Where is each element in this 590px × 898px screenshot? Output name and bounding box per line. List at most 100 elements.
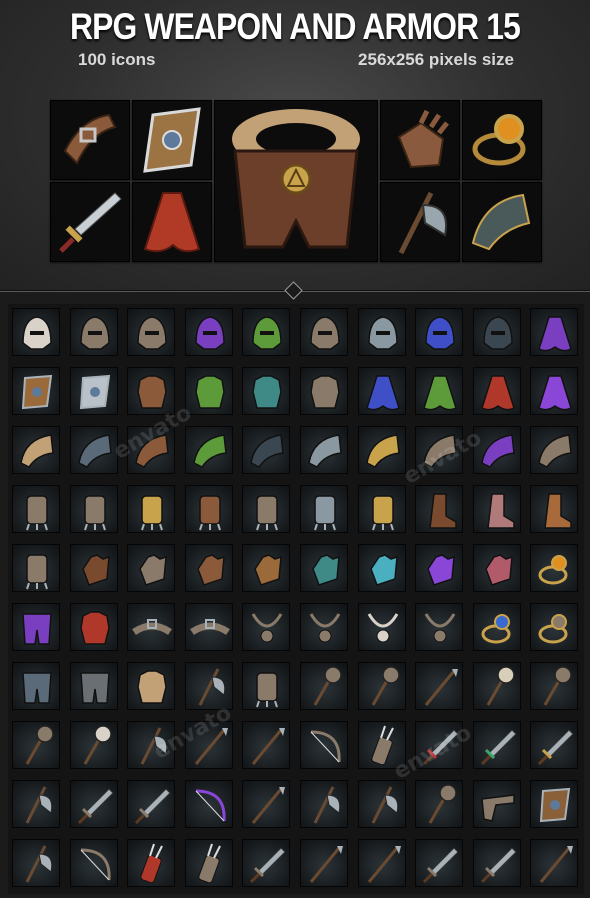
icon-tile-clawed-bracer (70, 485, 118, 533)
slate-pants-icon (22, 672, 52, 704)
gold-greaves-icon (372, 495, 394, 531)
wavy-sword-icon (480, 847, 517, 884)
green-vest-icon (195, 375, 225, 409)
eye-claw-icon (26, 554, 48, 590)
amber-ring-icon (538, 555, 568, 585)
icon-tile-hook-staff (530, 839, 578, 887)
belt-icon (63, 113, 117, 165)
icon-tile-amber-ring (530, 544, 578, 592)
icon-tile-wood-axe (300, 780, 348, 828)
shield-icon (143, 107, 201, 173)
icon-tile-skull-necklace (358, 603, 406, 651)
sapphire-ring-icon (481, 614, 511, 644)
teal-armor-icon (252, 375, 282, 409)
icon-tile-hip-belt (185, 603, 233, 651)
steel-pauldron-icon (308, 434, 342, 468)
icon-tile-green-pauldron (185, 426, 233, 474)
icon-tile-bronze-glove (242, 544, 290, 592)
amber-ring-icon (472, 114, 526, 166)
page-title: RPG WEAPON AND ARMOR 15 (70, 6, 521, 47)
icon-tile-dark-helm (473, 308, 521, 356)
emerald-sword-icon (480, 729, 517, 766)
fur-armor-icon (137, 670, 167, 704)
spiked-club-icon (25, 725, 54, 765)
icon-tile-brown-glove (70, 544, 118, 592)
icon-tile-horned-helm (300, 308, 348, 356)
icon-tile-steel-pauldron (300, 426, 348, 474)
broad-sword-icon (249, 847, 286, 884)
icon-tile-spike-mace (530, 662, 578, 710)
icon-tile-broad-sword (242, 839, 290, 887)
icon-tile-gold-sword (530, 721, 578, 769)
icon-tile-skull-helmet (12, 308, 60, 356)
icon-tile-copper-boots (530, 485, 578, 533)
showcase-pauldron-icon (462, 182, 542, 262)
icon-tile-fur-armor (127, 662, 175, 710)
icon-tile-bronze-shield (12, 367, 60, 415)
green-helm-icon (252, 316, 282, 350)
icon-tile-steel-helm (358, 308, 406, 356)
skull-necklace-icon (367, 613, 399, 643)
icon-tile-grey-pants (70, 662, 118, 710)
wood-shield-icon (539, 787, 571, 823)
double-axe-icon (25, 845, 53, 883)
purple-pauldron-icon (481, 434, 515, 468)
knife-icon (77, 788, 114, 825)
purple-cloak-icon (538, 316, 572, 352)
red-quiver-icon (140, 843, 163, 884)
icon-tile-steel-greaves (300, 485, 348, 533)
icon-tile-scale-pauldron (530, 426, 578, 474)
steel-greaves-icon (314, 495, 336, 531)
icon-tile-purple-pants (12, 603, 60, 651)
icon-tile-rose-glove (473, 544, 521, 592)
green-pauldron-icon (193, 434, 227, 468)
gold-bracer-icon (141, 495, 163, 531)
icon-tile-violet-cloak (530, 367, 578, 415)
clawed-bracer-icon (84, 495, 106, 531)
short-sword-icon (134, 788, 171, 825)
showcase-fur-armor-icon (214, 100, 378, 262)
purple-hood-icon (195, 316, 225, 350)
rune-staff-icon (424, 669, 458, 706)
icon-tile-studded-glove (127, 544, 175, 592)
gauntlet-icon (397, 109, 449, 169)
icon-tile-crossbow (300, 721, 348, 769)
fur-armor-icon (232, 109, 360, 249)
horned-helm-icon (310, 316, 340, 350)
icon-tile-leather-glove (185, 544, 233, 592)
icon-tile-winged-helm (127, 308, 175, 356)
silver-spear-icon (251, 728, 285, 765)
steel-helm-icon (368, 316, 398, 350)
claw-bracer-icon (26, 495, 48, 531)
icon-tile-brown-boots (415, 485, 463, 533)
pauldron-icon (471, 193, 531, 251)
arrows-icon (198, 843, 221, 884)
icon-tile-slate-pants (12, 662, 60, 710)
icon-tile-fur-pauldron (12, 426, 60, 474)
icon-tile-teal-glove (300, 544, 348, 592)
red-cape-icon (143, 192, 201, 253)
icon-tile-emerald-sword (473, 721, 521, 769)
icon-tile-gold-bracer (127, 485, 175, 533)
icon-tile-red-cloak (473, 367, 521, 415)
icon-tile-dark-pauldron (242, 426, 290, 474)
header-banner: RPG WEAPON AND ARMOR 15 100 icons 256x25… (0, 0, 590, 290)
icon-tile-spear (300, 839, 348, 887)
bronze-shield-icon (21, 374, 53, 410)
studded-glove-icon (139, 554, 167, 586)
crossbow-icon (310, 730, 341, 763)
icon-tile-pick-axe (185, 662, 233, 710)
icon-tile-hand-axe (12, 780, 60, 828)
icon-tile-arrows (185, 839, 233, 887)
icon-tile-green-helm (242, 308, 290, 356)
lance-icon (367, 846, 401, 883)
icon-tile-rune-staff (415, 662, 463, 710)
teal-glove-icon (312, 554, 340, 586)
long-sword-icon (422, 847, 459, 884)
war-hammer-icon (313, 666, 342, 706)
bearded-axe-icon (371, 786, 399, 824)
slate-pauldron-icon (78, 434, 112, 468)
showcase-battle-axe-icon (380, 182, 460, 262)
leather-glove-icon (197, 554, 225, 586)
icon-tile-war-hammer (300, 662, 348, 710)
